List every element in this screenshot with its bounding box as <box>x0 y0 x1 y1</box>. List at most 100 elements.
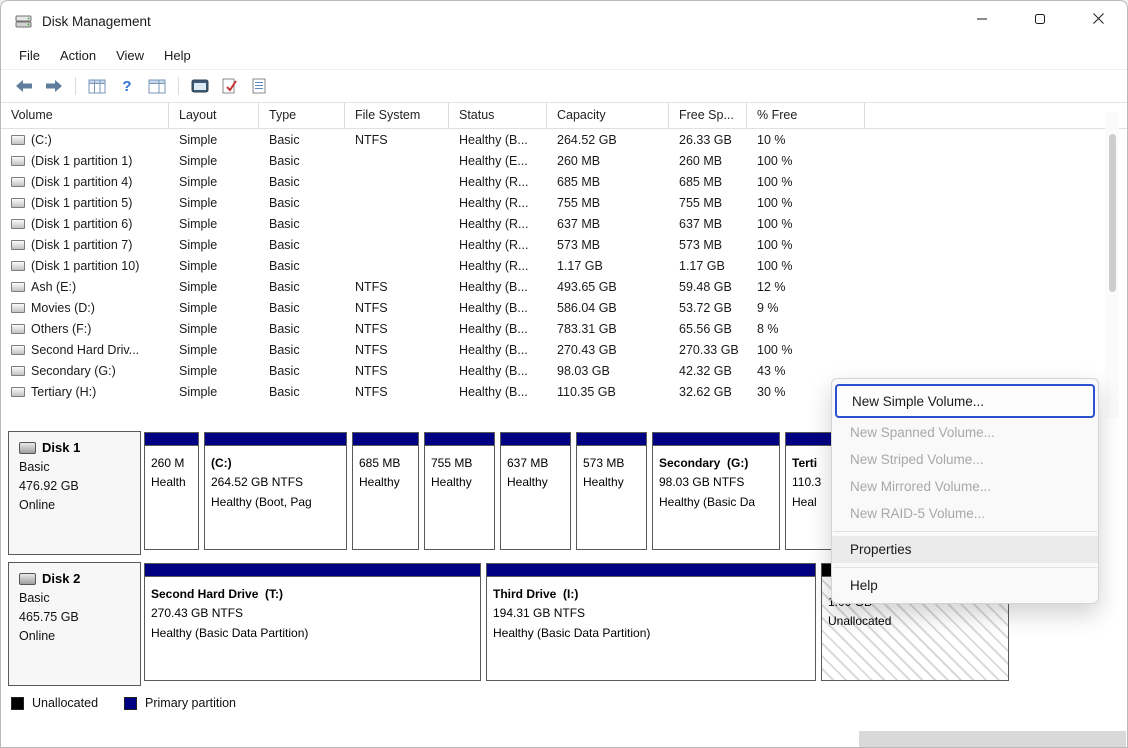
console-tree-icon[interactable] <box>82 72 112 100</box>
partition-size: Unallocated <box>828 612 1002 631</box>
disk-icon <box>19 442 36 454</box>
volume-cell: Secondary (G:) <box>1 364 169 378</box>
volume-cell: (C:) <box>1 133 169 147</box>
volume-status: Healthy (R... <box>449 238 547 252</box>
volume-pct-free: 100 % <box>747 217 865 231</box>
partition-block[interactable]: 637 MBHealthy <box>500 432 571 550</box>
titlebar: Disk Management <box>1 1 1127 41</box>
volume-status: Healthy (R... <box>449 217 547 231</box>
volume-layout: Simple <box>169 259 259 273</box>
partition-block[interactable]: Second Hard Drive (T:)270.43 GB NTFSHeal… <box>144 563 481 681</box>
forward-icon[interactable] <box>39 72 69 100</box>
volume-type: Basic <box>259 238 345 252</box>
volume-capacity: 270.43 GB <box>547 343 669 357</box>
table-row[interactable]: (Disk 1 partition 5)SimpleBasicHealthy (… <box>1 192 1127 213</box>
table-row[interactable]: (Disk 1 partition 4)SimpleBasicHealthy (… <box>1 171 1127 192</box>
volume-capacity: 783.31 GB <box>547 322 669 336</box>
table-row[interactable]: (C:)SimpleBasicNTFSHealthy (B...264.52 G… <box>1 129 1127 150</box>
volume-free-space: 1.17 GB <box>669 259 747 273</box>
column-header-file-system[interactable]: File System <box>345 103 449 128</box>
volume-layout: Simple <box>169 343 259 357</box>
volume-capacity: 573 MB <box>547 238 669 252</box>
table-row[interactable]: (Disk 1 partition 10)SimpleBasicHealthy … <box>1 255 1127 276</box>
menu-item-properties[interactable]: Properties <box>832 536 1098 563</box>
column-header-status[interactable]: Status <box>449 103 547 128</box>
volume-layout: Simple <box>169 154 259 168</box>
menubar-item-help[interactable]: Help <box>154 44 201 67</box>
console-window-icon[interactable] <box>185 72 215 100</box>
volume-cell: (Disk 1 partition 6) <box>1 217 169 231</box>
column-header-volume[interactable]: Volume <box>1 103 169 128</box>
minimize-button[interactable] <box>953 1 1011 41</box>
volume-icon <box>11 282 25 292</box>
menu-separator <box>833 531 1097 532</box>
disk-panel-disk-2[interactable]: Disk 2Basic465.75 GBOnline <box>8 562 141 686</box>
partition-block[interactable]: (C:)264.52 GB NTFSHealthy (Boot, Pag <box>204 432 347 550</box>
column-header-type[interactable]: Type <box>259 103 345 128</box>
column-header-filler <box>865 103 1127 128</box>
volume-name: (Disk 1 partition 10) <box>31 259 139 273</box>
partition-header-bar <box>425 433 494 446</box>
partition-block[interactable]: 755 MBHealthy <box>424 432 495 550</box>
partition-name: 260 M <box>151 454 192 473</box>
maximize-button[interactable] <box>1011 1 1069 41</box>
close-button[interactable] <box>1069 1 1127 41</box>
partition-block[interactable]: 573 MBHealthy <box>576 432 647 550</box>
volume-name: (Disk 1 partition 4) <box>31 175 132 189</box>
volume-pct-free: 100 % <box>747 154 865 168</box>
volume-status: Healthy (B... <box>449 343 547 357</box>
background-artifact <box>859 731 1126 747</box>
table-header: VolumeLayoutTypeFile SystemStatusCapacit… <box>1 103 1127 129</box>
partition-block[interactable]: 685 MBHealthy <box>352 432 419 550</box>
partition-block[interactable]: Third Drive (I:)194.31 GB NTFSHealthy (B… <box>486 563 816 681</box>
svg-text:?: ? <box>122 78 131 94</box>
column-header-free[interactable]: % Free <box>747 103 865 128</box>
table-row[interactable]: (Disk 1 partition 1)SimpleBasicHealthy (… <box>1 150 1127 171</box>
maximize-icon <box>1034 12 1046 30</box>
menu-item-help[interactable]: Help <box>832 572 1098 599</box>
table-row[interactable]: Ash (E:)SimpleBasicNTFSHealthy (B...493.… <box>1 276 1127 297</box>
volume-list-pane: VolumeLayoutTypeFile SystemStatusCapacit… <box>1 103 1127 423</box>
volume-cell: (Disk 1 partition 7) <box>1 238 169 252</box>
details-view-icon[interactable] <box>245 72 275 100</box>
disk-status: Online <box>19 629 130 643</box>
disk-panel-disk-1[interactable]: Disk 1Basic476.92 GBOnline <box>8 431 141 555</box>
app-icon <box>15 13 33 29</box>
partition-block[interactable]: 260 MHealth <box>144 432 199 550</box>
column-header-free-sp[interactable]: Free Sp... <box>669 103 747 128</box>
table-row[interactable]: (Disk 1 partition 6)SimpleBasicHealthy (… <box>1 213 1127 234</box>
help-icon[interactable]: ? <box>112 72 142 100</box>
menu-item-new-simple-volume[interactable]: New Simple Volume... <box>835 384 1095 418</box>
menubar-item-file[interactable]: File <box>9 44 50 67</box>
scrollbar-thumb[interactable] <box>1109 134 1116 292</box>
partition-block[interactable]: Secondary (G:)98.03 GB NTFSHealthy (Basi… <box>652 432 780 550</box>
table-row[interactable]: (Disk 1 partition 7)SimpleBasicHealthy (… <box>1 234 1127 255</box>
action-pane-icon[interactable] <box>142 72 172 100</box>
table-row[interactable]: Second Hard Driv...SimpleBasicNTFSHealth… <box>1 339 1127 360</box>
table-row[interactable]: Movies (D:)SimpleBasicNTFSHealthy (B...5… <box>1 297 1127 318</box>
table-row[interactable]: Others (F:)SimpleBasicNTFSHealthy (B...7… <box>1 318 1127 339</box>
vertical-scrollbar[interactable] <box>1105 112 1119 418</box>
table-body: (C:)SimpleBasicNTFSHealthy (B...264.52 G… <box>1 129 1127 402</box>
back-icon[interactable] <box>9 72 39 100</box>
column-header-layout[interactable]: Layout <box>169 103 259 128</box>
volume-icon <box>11 240 25 250</box>
volume-free-space: 755 MB <box>669 196 747 210</box>
column-header-capacity[interactable]: Capacity <box>547 103 669 128</box>
volume-type: Basic <box>259 133 345 147</box>
partition-header-bar <box>487 564 815 577</box>
legend-label: Primary partition <box>145 696 236 710</box>
partition-name: (C:) <box>211 454 340 473</box>
volume-name: Movies (D:) <box>31 301 95 315</box>
legend-swatch <box>11 697 24 710</box>
menubar-item-view[interactable]: View <box>106 44 154 67</box>
volume-filesystem: NTFS <box>345 364 449 378</box>
volume-pct-free: 8 % <box>747 322 865 336</box>
rescan-disks-icon[interactable] <box>215 72 245 100</box>
menubar-item-action[interactable]: Action <box>50 44 106 67</box>
menu-separator <box>833 567 1097 568</box>
volume-status: Healthy (R... <box>449 196 547 210</box>
legend-item-unallocated: Unallocated <box>11 696 98 710</box>
close-icon <box>1092 12 1105 30</box>
volume-cell: (Disk 1 partition 1) <box>1 154 169 168</box>
